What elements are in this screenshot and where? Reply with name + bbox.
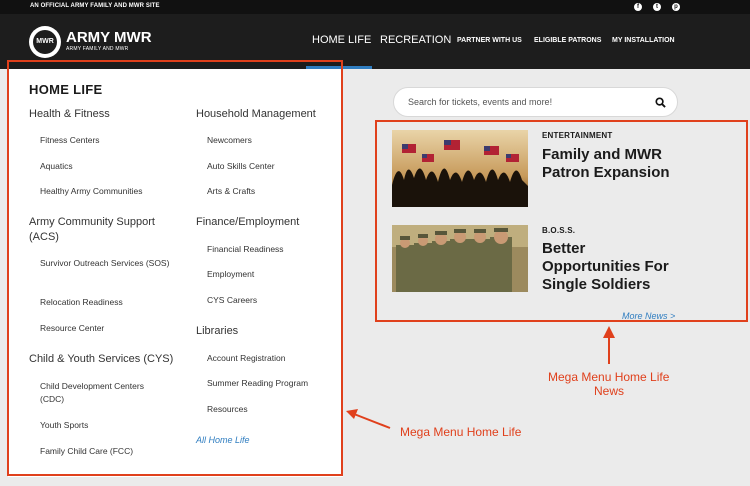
official-site-text: AN OFFICIAL ARMY FAMILY AND MWR SITE: [30, 3, 160, 9]
nav-partner-with-us[interactable]: PARTNER WITH US: [457, 37, 522, 44]
twitter-icon[interactable]: t: [653, 3, 661, 11]
news-highlight-box: [375, 120, 748, 322]
annotation-mega-menu: Mega Menu Home Life: [400, 425, 522, 439]
annotation-news-line: Mega Menu Home Life: [548, 370, 670, 384]
annotation-news-line: News: [594, 384, 625, 398]
facebook-icon[interactable]: f: [634, 3, 642, 11]
arrow-up-icon: [603, 326, 615, 364]
pinterest-icon[interactable]: p: [672, 3, 680, 11]
search-input[interactable]: Search for tickets, events and more!: [408, 97, 552, 107]
mwr-logo[interactable]: MWR: [29, 26, 61, 58]
logo-subtext: ARMY FAMILY AND MWR: [66, 46, 129, 52]
nav-recreation[interactable]: RECREATION: [380, 34, 451, 46]
mega-menu-highlight-box: [7, 60, 343, 476]
search-icon[interactable]: [655, 97, 666, 108]
logo-text[interactable]: ARMY MWR: [66, 29, 152, 46]
nav-eligible-patrons[interactable]: ELIGIBLE PATRONS: [534, 37, 601, 44]
nav-home-life[interactable]: HOME LIFE: [312, 34, 371, 46]
top-bar: AN OFFICIAL ARMY FAMILY AND MWR SITE f t…: [0, 0, 750, 14]
logo-badge: MWR: [33, 30, 57, 54]
nav-my-installation[interactable]: MY INSTALLATION: [612, 37, 675, 44]
search-bar[interactable]: Search for tickets, events and more!: [393, 87, 678, 117]
arrow-left-icon: [346, 409, 391, 429]
